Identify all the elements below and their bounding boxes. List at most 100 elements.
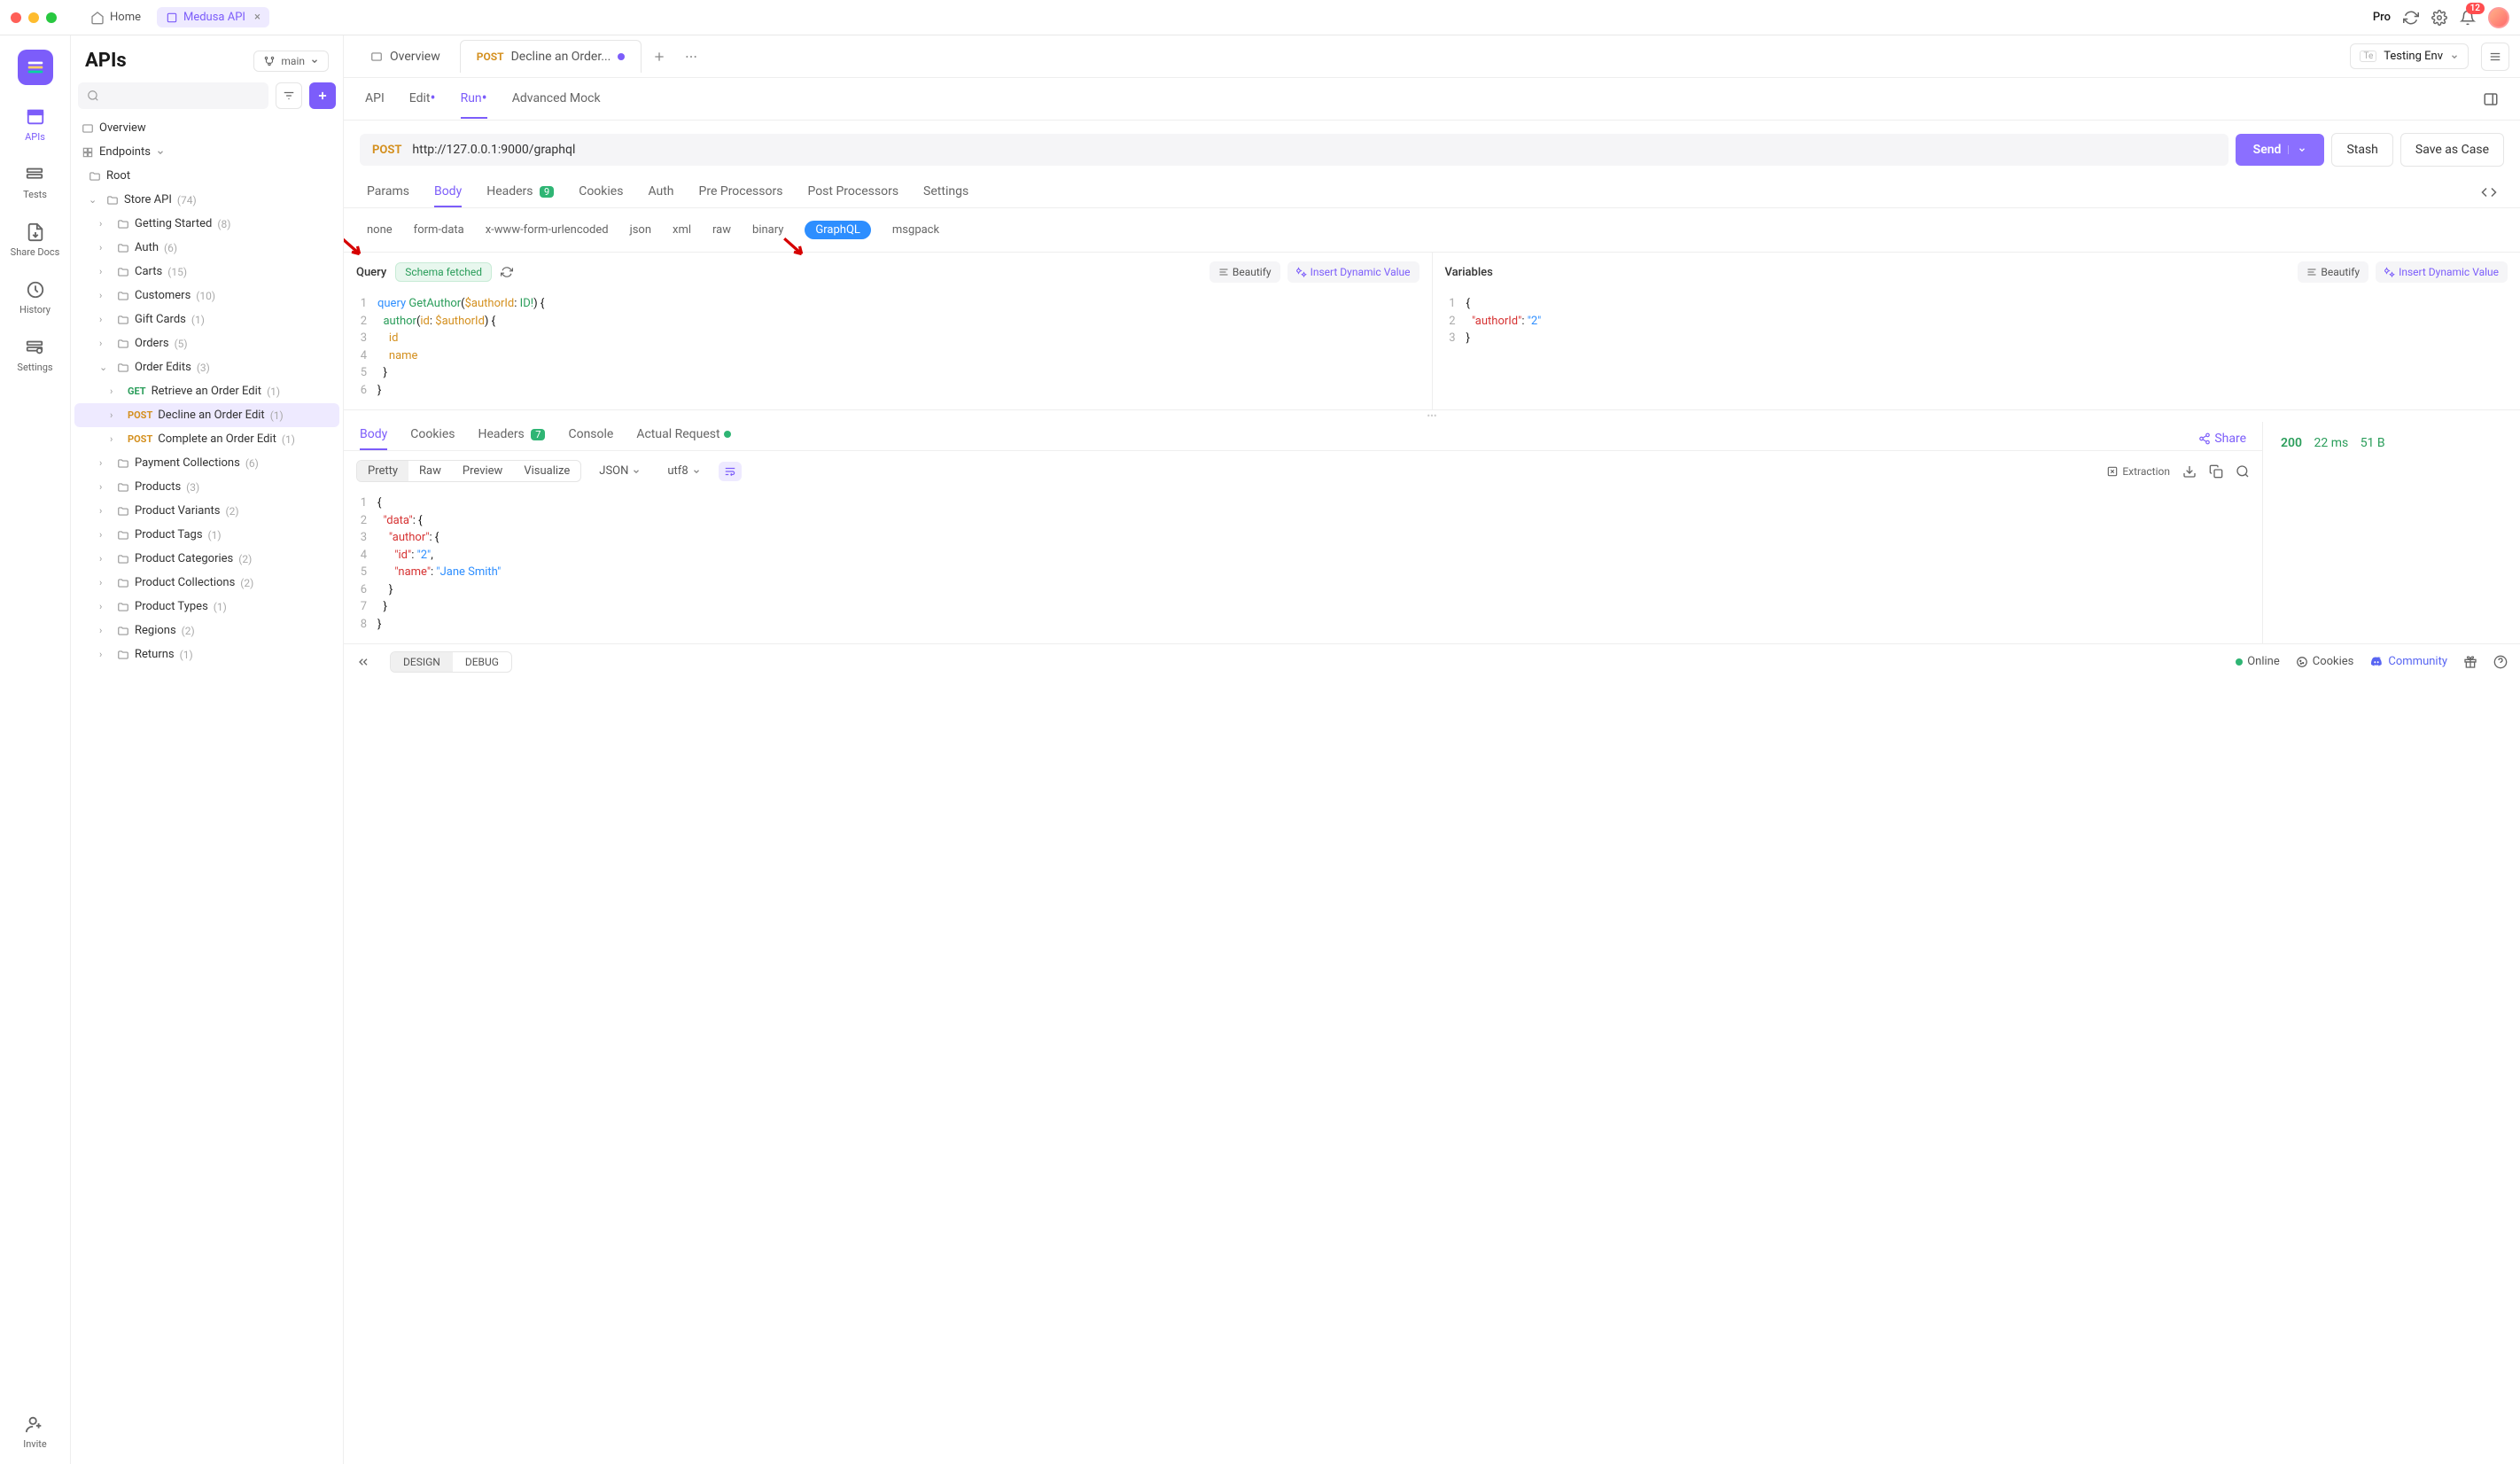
online-status[interactable]: Online (2236, 655, 2280, 668)
collapse-bottom[interactable] (356, 655, 370, 669)
reqtab-headers[interactable]: Headers 9 (486, 184, 554, 207)
reqtab-params[interactable]: Params (367, 184, 409, 207)
beautify-query-button[interactable]: Beautify (1209, 261, 1280, 283)
reqtab-settings[interactable]: Settings (923, 184, 968, 207)
format-select[interactable]: JSON (590, 461, 649, 481)
toggle-design[interactable]: DESIGN (391, 652, 453, 672)
maximize-window[interactable] (46, 12, 57, 23)
rail-share-docs[interactable]: Share Docs (11, 222, 60, 258)
split-handle[interactable]: ••• (344, 409, 2520, 422)
rail-invite[interactable]: Invite (23, 1413, 47, 1450)
vmode-raw[interactable]: Raw (408, 461, 452, 481)
url-text[interactable]: http://127.0.0.1:9000/graphql (412, 143, 575, 157)
tree-folder[interactable]: ›Product Variants (2) (74, 499, 339, 523)
tab-overview[interactable]: Overview (354, 41, 456, 73)
subtab-mock[interactable]: Advanced Mock (512, 91, 601, 107)
rail-history[interactable]: History (19, 279, 51, 315)
method-select[interactable]: POST (372, 144, 401, 157)
settings-gear-icon[interactable] (2431, 10, 2447, 26)
insert-dynamic-vars[interactable]: Insert Dynamic Value (2376, 261, 2508, 283)
tree-folder[interactable]: ›Auth (6) (74, 236, 339, 260)
btype-msgpack[interactable]: msgpack (892, 223, 939, 237)
search-response[interactable] (2236, 464, 2250, 479)
share-response[interactable]: Share (2198, 432, 2246, 446)
tab-home[interactable]: Home (82, 7, 150, 28)
notifications-icon[interactable] (2460, 10, 2476, 26)
community-button[interactable]: Community (2369, 655, 2447, 669)
tree-folder[interactable]: ›Product Tags (1) (74, 523, 339, 547)
btype-binary[interactable]: binary (752, 223, 783, 237)
reqtab-pre[interactable]: Pre Processors (699, 184, 783, 207)
tree-folder[interactable]: ›Regions (2) (74, 619, 339, 642)
sidebar-search[interactable] (78, 82, 268, 109)
panel-toggle[interactable] (2483, 91, 2499, 107)
url-input[interactable]: POST http://127.0.0.1:9000/graphql (360, 134, 2228, 166)
tree-endpoint[interactable]: ›GETRetrieve an Order Edit (1) (74, 379, 339, 403)
send-button[interactable]: Send (2236, 134, 2325, 166)
resptab-body[interactable]: Body (360, 427, 387, 450)
btype-json[interactable]: json (630, 223, 651, 237)
resptab-console[interactable]: Console (568, 427, 613, 450)
tab-close[interactable]: × (254, 11, 261, 24)
subtab-edit[interactable]: Edit• (409, 91, 436, 107)
btype-raw[interactable]: raw (712, 223, 731, 237)
tree-folder[interactable]: ›Carts (15) (74, 260, 339, 284)
menu-button[interactable] (2481, 43, 2509, 71)
app-logo[interactable] (18, 50, 53, 85)
vmode-preview[interactable]: Preview (452, 461, 513, 481)
reqtab-cookies[interactable]: Cookies (579, 184, 623, 207)
subtab-api[interactable]: API (365, 91, 385, 107)
user-avatar[interactable] (2488, 7, 2509, 28)
btype-xml[interactable]: xml (673, 223, 691, 237)
encoding-select[interactable]: utf8 (658, 461, 709, 481)
gift-button[interactable] (2463, 655, 2477, 669)
btype-xwww[interactable]: x-www-form-urlencoded (486, 223, 609, 237)
subtab-run[interactable]: Run• (461, 91, 487, 107)
tree-folder[interactable]: ›Gift Cards (1) (74, 308, 339, 331)
refresh-schema-button[interactable] (501, 266, 513, 278)
tree-folder[interactable]: ›Products (3) (74, 475, 339, 499)
cookies-button[interactable]: Cookies (2296, 655, 2354, 668)
query-editor[interactable]: 1query GetAuthor($authorId: ID!) { 2 aut… (344, 292, 1432, 409)
resptab-actual[interactable]: Actual Request (636, 427, 730, 450)
reqtab-auth[interactable]: Auth (648, 184, 673, 207)
tree-endpoints[interactable]: Endpoints (74, 140, 339, 164)
refresh-icon[interactable] (2403, 10, 2419, 26)
send-dropdown[interactable] (2288, 145, 2306, 154)
code-view-toggle[interactable] (2481, 184, 2497, 207)
toggle-debug[interactable]: DEBUG (453, 652, 511, 672)
variables-editor[interactable]: 1{ 2 "authorId": "2" 3} (1433, 292, 2520, 358)
tree-folder[interactable]: ›Product Types (1) (74, 595, 339, 619)
branch-picker[interactable]: main (253, 51, 329, 72)
resptab-headers[interactable]: Headers 7 (478, 427, 545, 450)
vmode-pretty[interactable]: Pretty (357, 461, 408, 481)
tree-store-api[interactable]: ⌄ Store API (74) (74, 188, 339, 212)
new-tab-button[interactable] (645, 43, 673, 71)
reqtab-body[interactable]: Body (434, 184, 462, 207)
add-button[interactable] (309, 82, 336, 109)
tree-folder[interactable]: ›Orders (5) (74, 331, 339, 355)
tree-root[interactable]: Root (74, 164, 339, 188)
tree-endpoint[interactable]: ›POSTDecline an Order Edit (1) (74, 403, 339, 427)
btype-form[interactable]: form-data (414, 223, 464, 237)
stash-button[interactable]: Stash (2331, 133, 2392, 167)
tab-more-button[interactable] (677, 43, 705, 71)
tree-folder[interactable]: ⌄Order Edits (3) (74, 355, 339, 379)
close-window[interactable] (11, 12, 21, 23)
tree-endpoint[interactable]: ›POSTComplete an Order Edit (1) (74, 427, 339, 451)
response-body[interactable]: 1{ 2 "data": { 3 "author": { 4 "id": "2"… (344, 491, 2262, 643)
tree-folder[interactable]: ›Customers (10) (74, 284, 339, 308)
tab-decline-order[interactable]: POST Decline an Order... (460, 40, 642, 73)
btype-none[interactable]: none (367, 223, 393, 237)
resptab-cookies[interactable]: Cookies (410, 427, 455, 450)
rail-tests[interactable]: Tests (23, 164, 47, 200)
reqtab-post[interactable]: Post Processors (807, 184, 898, 207)
minimize-window[interactable] (28, 12, 39, 23)
tree-folder[interactable]: ›Payment Collections (6) (74, 451, 339, 475)
tab-medusa-api[interactable]: Medusa API × (157, 7, 269, 27)
extraction-button[interactable]: Extraction (2106, 465, 2170, 478)
filter-button[interactable] (276, 82, 302, 109)
btype-graphql[interactable]: GraphQL (805, 221, 870, 239)
rail-settings[interactable]: Settings (17, 337, 52, 373)
download-response[interactable] (2182, 464, 2197, 479)
